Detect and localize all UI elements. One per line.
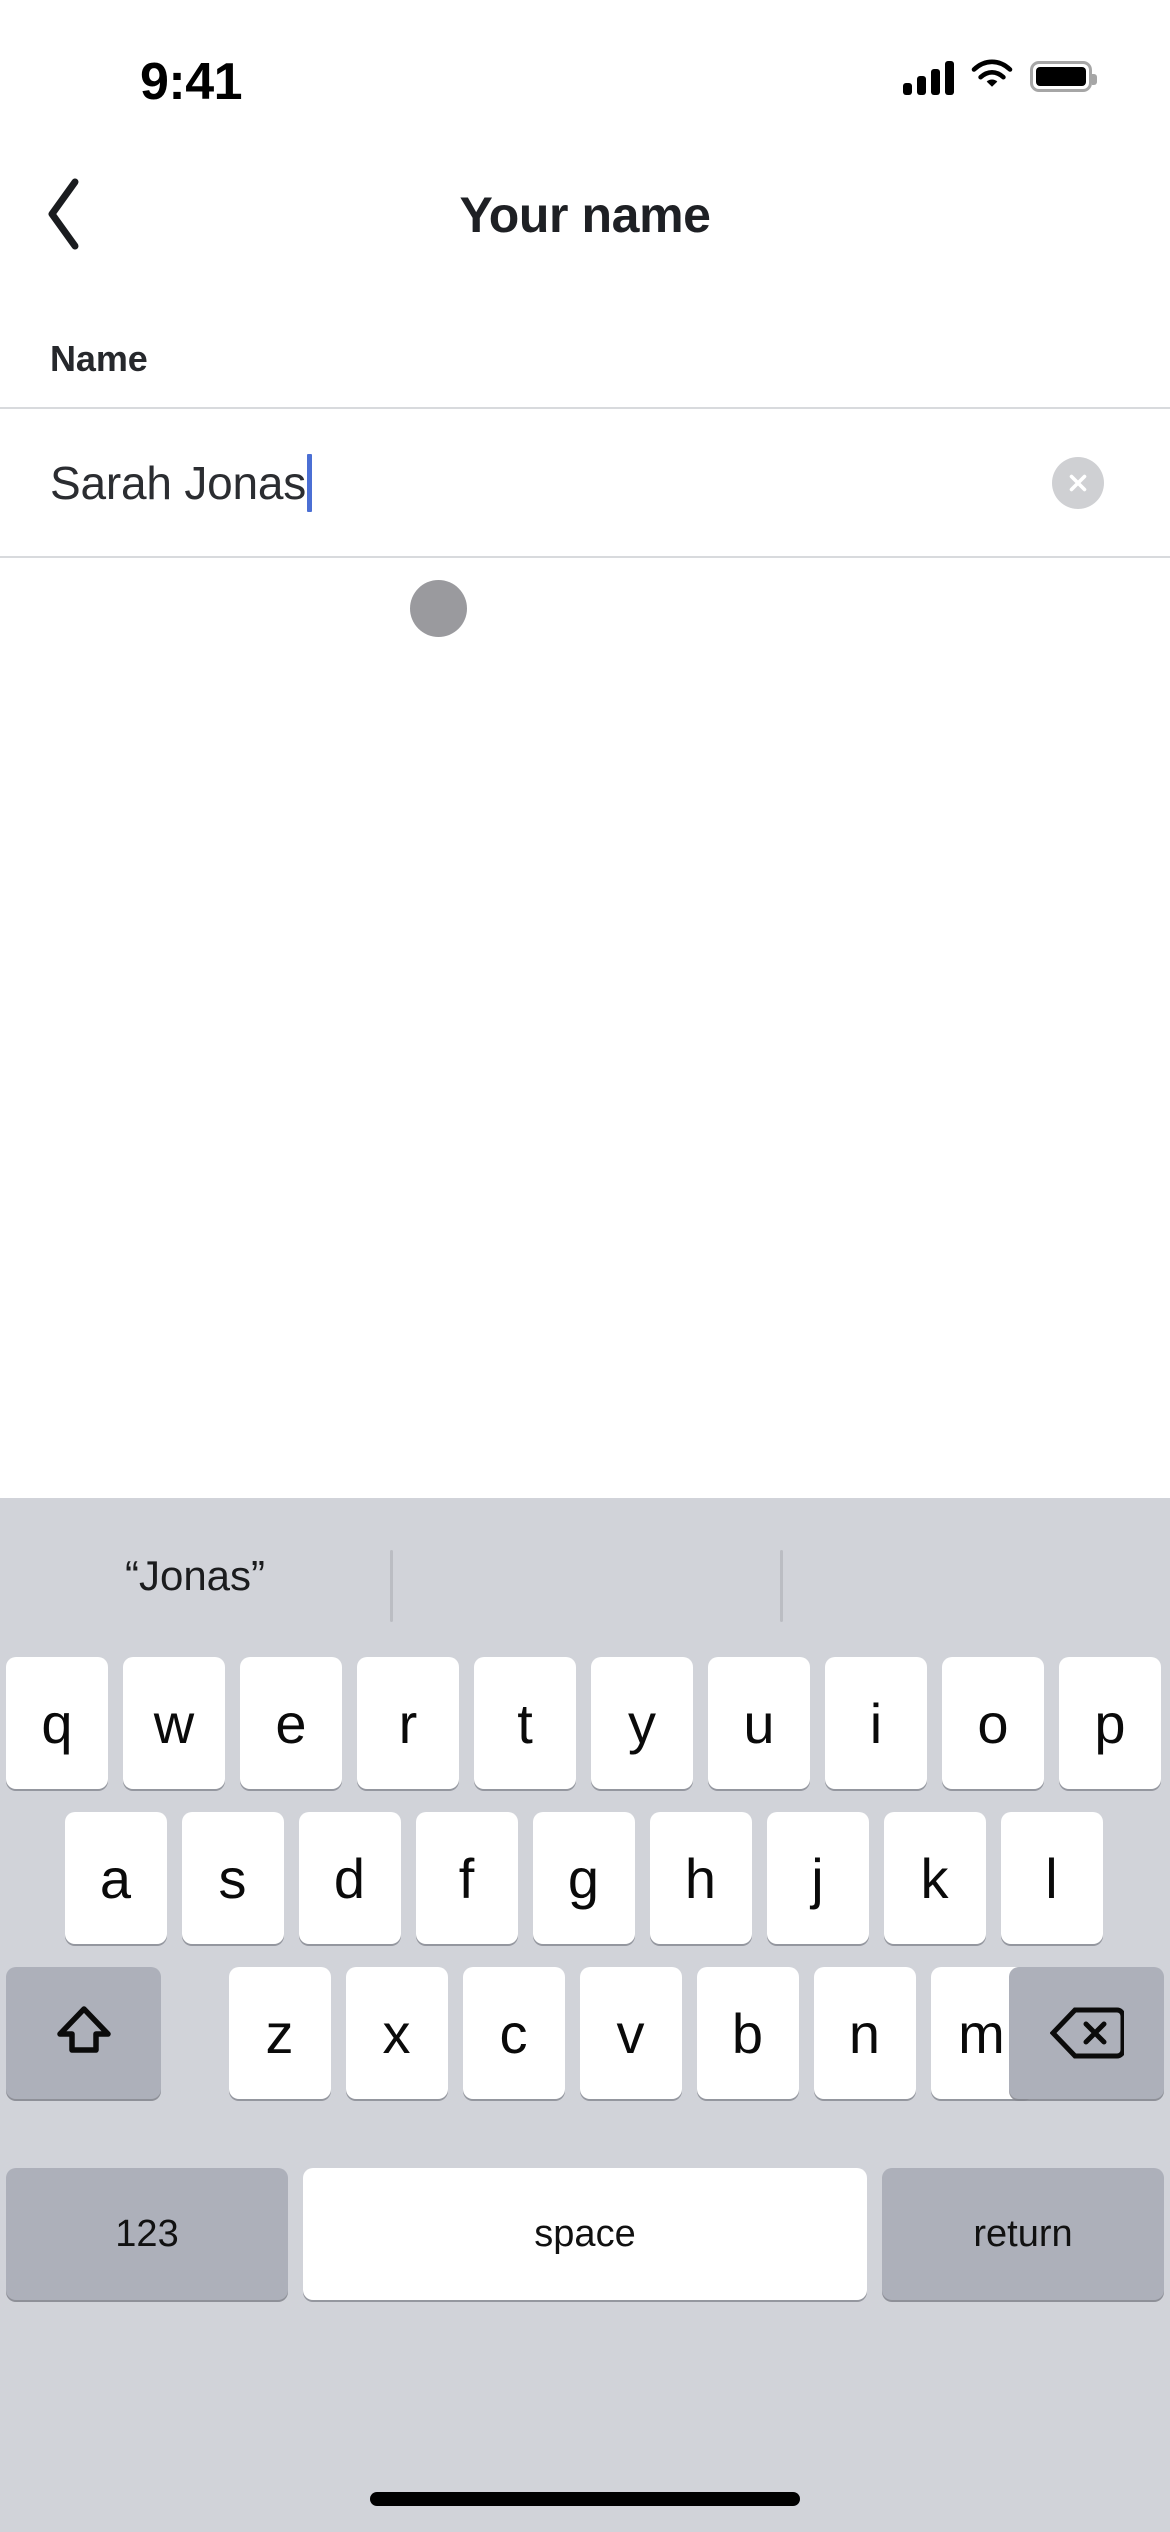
key-x[interactable]: x — [345, 1967, 448, 2099]
key-y[interactable]: y — [591, 1657, 693, 1789]
key-g[interactable]: g — [532, 1812, 635, 1944]
wifi-icon — [970, 58, 1014, 95]
numbers-key[interactable]: 123 — [6, 2168, 288, 2300]
name-input-value: Sarah Jonas — [50, 456, 307, 509]
backspace-delete-icon — [1049, 2007, 1124, 2059]
suggestion-item-0[interactable]: “Jonas” — [0, 1498, 390, 1653]
touch-point-indicator — [410, 580, 467, 637]
key-b[interactable]: b — [696, 1967, 799, 2099]
suggestion-divider-2 — [780, 1550, 783, 1622]
predictive-suggestion-bar: “Jonas” — [0, 1498, 1170, 1653]
on-screen-keyboard: “Jonas” q w e r t y u i o p a s d f g h j k l z x c v b n m 123 spa… — [0, 1498, 1170, 2532]
name-field-row[interactable]: Sarah Jonas — [0, 409, 1170, 556]
key-u[interactable]: u — [708, 1657, 810, 1789]
status-bar: 9:41 — [0, 0, 1170, 150]
key-r[interactable]: r — [357, 1657, 459, 1789]
suggestion-item-1[interactable] — [390, 1498, 780, 1653]
suggestion-divider-1 — [390, 1550, 393, 1622]
status-bar-indicators — [903, 58, 1097, 95]
key-n[interactable]: n — [813, 1967, 916, 2099]
status-bar-time: 9:41 — [140, 53, 243, 111]
key-w[interactable]: w — [123, 1657, 225, 1789]
cellular-signal-icon — [903, 59, 954, 95]
page-title: Your name — [459, 187, 711, 243]
iphone-screen: 9:41 Your name Name Sarah Jonas “Jonas” … — [0, 0, 1170, 2532]
key-c[interactable]: c — [462, 1967, 565, 2099]
key-l[interactable]: l — [1000, 1812, 1103, 1944]
key-t[interactable]: t — [474, 1657, 576, 1789]
close-circle-icon — [1069, 474, 1087, 491]
key-o[interactable]: o — [942, 1657, 1044, 1789]
key-v[interactable]: v — [579, 1967, 682, 2099]
shift-arrow-up-icon — [56, 2006, 111, 2053]
name-input[interactable]: Sarah Jonas — [50, 409, 313, 556]
backspace-key[interactable] — [1009, 1967, 1164, 2099]
key-a[interactable]: a — [64, 1812, 167, 1944]
clear-text-button[interactable] — [1052, 456, 1104, 509]
section-header-label: Name — [50, 338, 148, 379]
space-key[interactable]: space — [303, 2168, 867, 2300]
key-e[interactable]: e — [240, 1657, 342, 1789]
key-p[interactable]: p — [1059, 1657, 1161, 1789]
key-f[interactable]: f — [415, 1812, 518, 1944]
key-z[interactable]: z — [228, 1967, 331, 2099]
navigation-bar: Your name — [0, 150, 1170, 280]
battery-full-icon — [1030, 61, 1097, 92]
section-header: Name — [0, 280, 1170, 408]
key-d[interactable]: d — [298, 1812, 401, 1944]
key-i[interactable]: i — [825, 1657, 927, 1789]
home-indicator — [370, 2492, 800, 2506]
suggestion-item-2[interactable] — [780, 1498, 1170, 1653]
key-s[interactable]: s — [181, 1812, 284, 1944]
text-caret — [307, 453, 313, 512]
key-k[interactable]: k — [883, 1812, 986, 1944]
return-key[interactable]: return — [882, 2168, 1164, 2300]
shift-key[interactable] — [6, 1967, 161, 2099]
content-area — [0, 558, 1170, 1498]
key-q[interactable]: q — [6, 1657, 108, 1789]
key-h[interactable]: h — [649, 1812, 752, 1944]
key-j[interactable]: j — [766, 1812, 869, 1944]
